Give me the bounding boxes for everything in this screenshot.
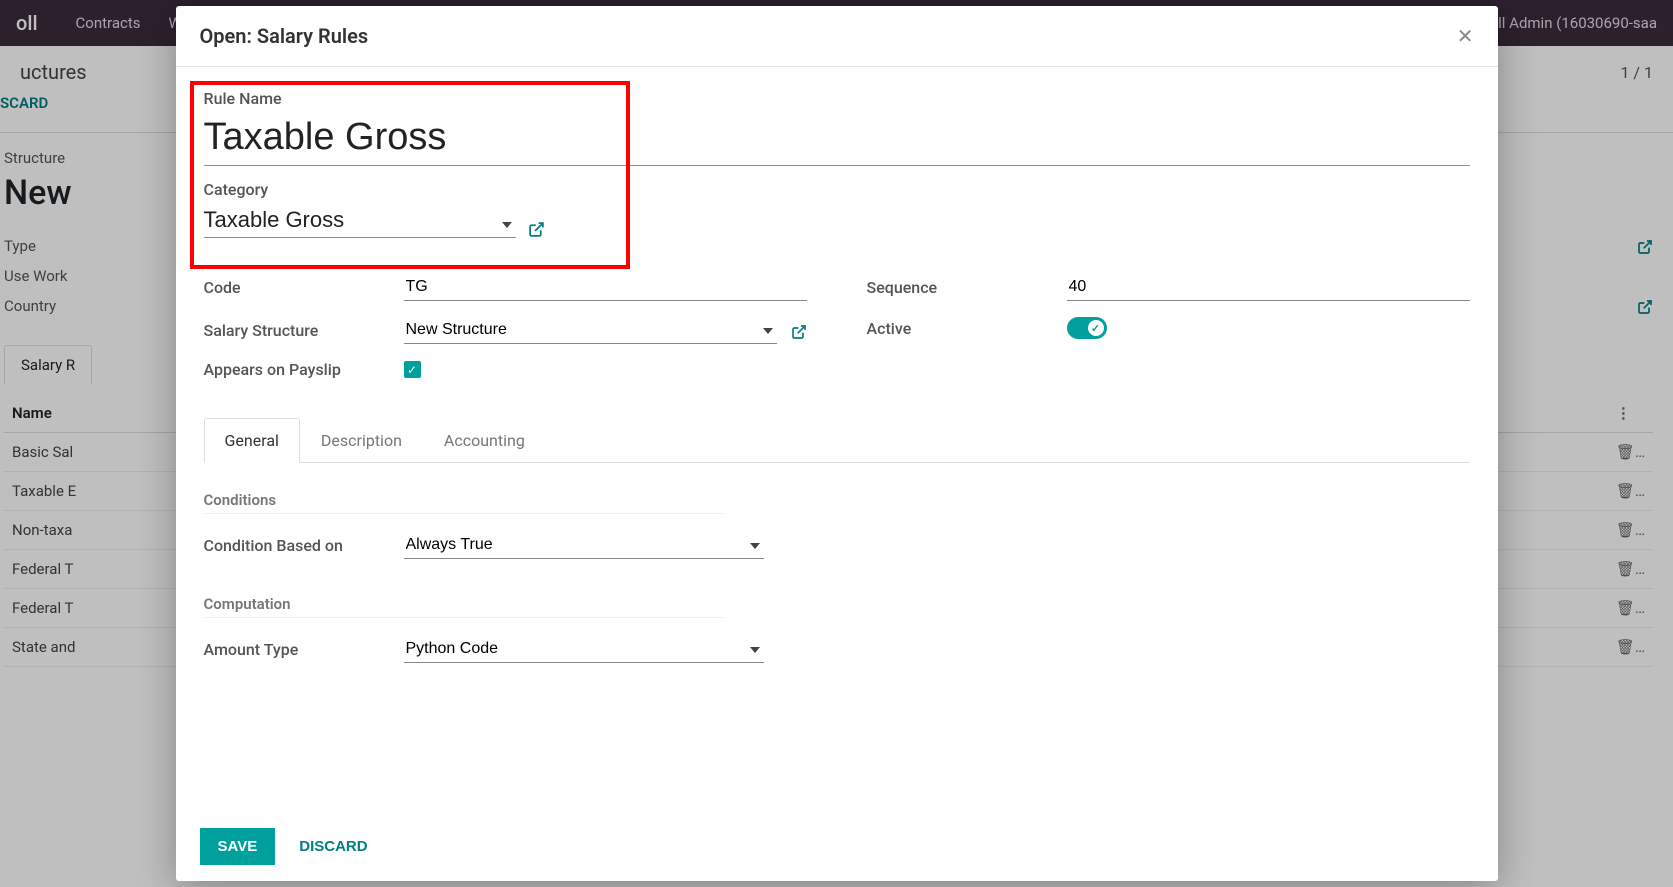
tab-description[interactable]: Description [300, 418, 423, 463]
detail-tabs: General Description Accounting [204, 417, 1470, 463]
rule-name-label: Rule Name [204, 89, 1470, 108]
salary-structure-label: Salary Structure [204, 321, 394, 340]
modal-body: Rule Name Category [176, 67, 1498, 812]
close-icon[interactable]: ✕ [1457, 26, 1474, 46]
category-external-link-icon[interactable] [528, 219, 545, 238]
code-label: Code [204, 278, 394, 297]
active-label: Active [867, 319, 1057, 338]
appears-on-payslip-checkbox[interactable]: ✓ [404, 361, 421, 378]
salary-rule-modal: Open: Salary Rules ✕ Rule Name Category [176, 6, 1498, 881]
sequence-label: Sequence [867, 278, 1057, 297]
tab-general[interactable]: General [204, 418, 300, 463]
appears-on-payslip-label: Appears on Payslip [204, 360, 394, 379]
active-toggle[interactable]: ✓ [1067, 317, 1107, 339]
category-label: Category [204, 180, 516, 199]
computation-section-title: Computation [204, 595, 1470, 613]
check-icon: ✓ [1088, 320, 1104, 336]
code-input[interactable] [404, 274, 807, 301]
modal-header: Open: Salary Rules ✕ [176, 6, 1498, 67]
amount-type-label: Amount Type [204, 640, 394, 659]
screenshot-highlight [190, 81, 630, 269]
condition-based-on-label: Condition Based on [204, 536, 394, 555]
salary-structure-external-link-icon[interactable] [791, 321, 807, 340]
rule-name-input[interactable] [204, 112, 1470, 166]
sequence-input[interactable] [1067, 274, 1470, 301]
condition-based-on-dropdown[interactable] [404, 532, 764, 559]
conditions-section-title: Conditions [204, 491, 1470, 509]
salary-structure-dropdown[interactable] [404, 317, 777, 344]
modal-footer: SAVE DISCARD [176, 812, 1498, 881]
discard-button[interactable]: DISCARD [299, 838, 367, 855]
category-dropdown[interactable] [204, 203, 516, 238]
amount-type-dropdown[interactable] [404, 636, 764, 663]
modal-title: Open: Salary Rules [200, 24, 369, 48]
modal-overlay: Open: Salary Rules ✕ Rule Name Category [0, 0, 1673, 887]
tab-accounting[interactable]: Accounting [423, 418, 546, 463]
save-button[interactable]: SAVE [200, 828, 276, 865]
